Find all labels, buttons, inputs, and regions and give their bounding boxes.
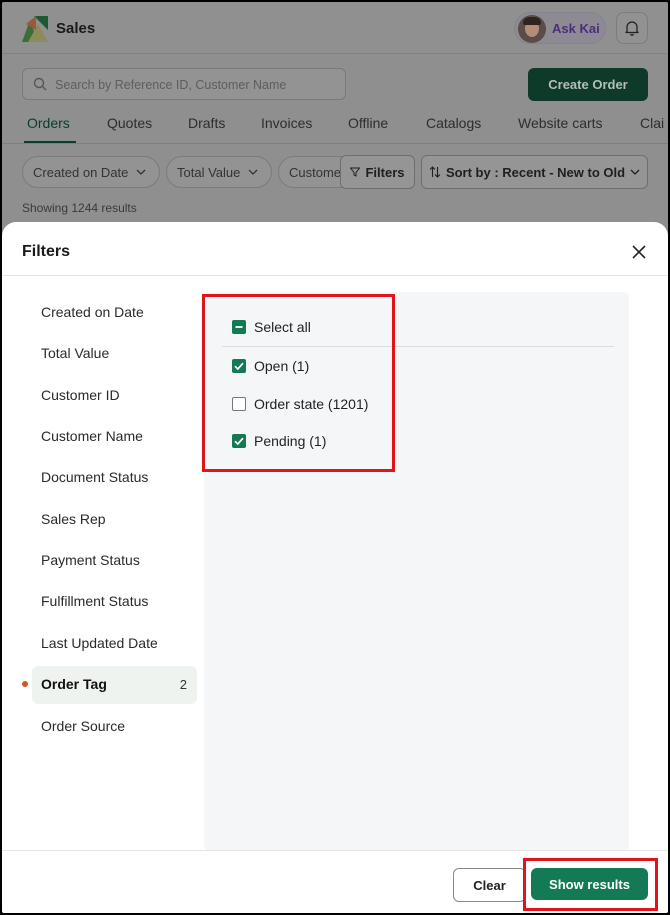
ask-kai-label: Ask Kai: [552, 21, 600, 36]
option-label: Open (1): [254, 358, 310, 374]
search-icon: [33, 77, 47, 91]
filters-button[interactable]: Filters: [340, 155, 415, 189]
search-input[interactable]: Search by Reference ID, Customer Name: [22, 68, 346, 100]
filter-nav-order-source[interactable]: Order Source: [32, 708, 197, 746]
create-order-button[interactable]: Create Order: [528, 68, 648, 101]
sheet-title: Filters: [22, 243, 71, 260]
search-placeholder: Search by Reference ID, Customer Name: [55, 78, 287, 92]
tab-drafts[interactable]: Drafts: [188, 115, 225, 131]
sort-arrows-icon: [429, 166, 441, 178]
screen-frame: Sales Ask Kai Search by Reference ID, Cu…: [2, 2, 668, 913]
avatar: [518, 15, 546, 43]
filter-nav-payment-status[interactable]: Payment Status: [32, 542, 197, 580]
notifications-button[interactable]: [616, 12, 648, 44]
results-count: Showing 1244 results: [22, 201, 137, 215]
filter-options-panel: Select all Open (1) Order state (1201) P…: [204, 292, 629, 851]
tab-offline[interactable]: Offline: [348, 115, 388, 131]
selected-count-badge: 2: [179, 677, 187, 692]
filters-sheet: Filters Created on Date Total Value Cust…: [2, 222, 668, 913]
divider: [2, 275, 668, 276]
chip-label: Custome: [289, 164, 342, 180]
filter-nav-total-value[interactable]: Total Value: [32, 335, 197, 373]
divider: [2, 850, 668, 851]
option-pending-checkbox[interactable]: Pending (1): [232, 431, 326, 451]
filter-nav-label: Total Value: [41, 345, 110, 361]
option-order-state-checkbox[interactable]: Order state (1201): [232, 394, 368, 414]
chip-total-value[interactable]: Total Value: [166, 156, 272, 188]
filter-nav-label: Customer ID: [41, 387, 120, 403]
chip-created-on-date[interactable]: Created on Date: [22, 156, 160, 188]
active-tab-indicator: [24, 141, 76, 143]
tab-orders[interactable]: Orders: [27, 115, 70, 131]
chip-label: Created on Date: [33, 164, 129, 180]
filter-nav-label: Order Source: [41, 718, 126, 734]
filter-nav-label: Order Tag: [41, 676, 107, 692]
tab-website-carts[interactable]: Website carts: [518, 115, 603, 131]
filter-nav-label: Document Status: [41, 469, 149, 485]
filter-nav-order-tag[interactable]: Order Tag 2: [32, 666, 197, 704]
filter-nav-customer-name[interactable]: Customer Name: [32, 418, 197, 456]
select-all-checkbox[interactable]: Select all: [232, 317, 311, 337]
close-button[interactable]: [627, 240, 651, 264]
app-header: Sales Ask Kai: [2, 2, 668, 54]
filter-icon: [350, 167, 361, 177]
filter-nav-document-status[interactable]: Document Status: [32, 459, 197, 497]
checkbox-checked-icon: [232, 434, 246, 448]
filter-nav-fulfillment-status[interactable]: Fulfillment Status: [32, 583, 197, 621]
show-results-button[interactable]: Show results: [531, 868, 648, 900]
chevron-down-icon: [630, 169, 640, 175]
checkbox-checked-icon: [232, 359, 246, 373]
chip-label: Total Value: [177, 164, 241, 180]
active-filter-dot: [22, 681, 28, 687]
filters-label: Filters: [365, 164, 405, 180]
clear-button[interactable]: Clear: [453, 868, 526, 902]
indeterminate-checkbox-icon: [232, 320, 246, 334]
chip-customer[interactable]: Custome: [278, 156, 344, 188]
checkbox-unchecked-icon: [232, 397, 246, 411]
chevron-down-icon: [136, 169, 146, 175]
filter-nav-customer-id[interactable]: Customer ID: [32, 377, 197, 415]
option-open-checkbox[interactable]: Open (1): [232, 356, 309, 376]
filter-nav-label: Sales Rep: [41, 511, 106, 527]
filter-nav-label: Created on Date: [41, 304, 144, 320]
tab-invoices[interactable]: Invoices: [261, 115, 312, 131]
option-label: Order state (1201): [254, 396, 369, 412]
sort-dropdown[interactable]: Sort by : Recent - New to Old: [421, 155, 648, 189]
tab-catalogs[interactable]: Catalogs: [426, 115, 481, 131]
option-label: Select all: [254, 319, 311, 335]
filter-nav-label: Last Updated Date: [41, 635, 158, 651]
filter-nav-created-on-date[interactable]: Created on Date: [32, 294, 197, 332]
close-icon: [632, 245, 646, 259]
filter-nav-label: Payment Status: [41, 552, 140, 568]
sort-label: Sort by : Recent - New to Old: [445, 164, 626, 180]
filter-nav-label: Fulfillment Status: [41, 593, 149, 609]
bell-icon: [625, 21, 639, 36]
filter-nav-sales-rep[interactable]: Sales Rep: [32, 501, 197, 539]
tab-claims[interactable]: Clai: [640, 115, 664, 131]
sales-logo-icon: [22, 16, 48, 42]
filter-nav-last-updated-date[interactable]: Last Updated Date: [32, 625, 197, 663]
chevron-down-icon: [248, 169, 258, 175]
app-title: Sales: [56, 20, 96, 37]
ask-kai-button[interactable]: Ask Kai: [514, 12, 606, 44]
tab-quotes[interactable]: Quotes: [107, 115, 152, 131]
option-label: Pending (1): [254, 433, 327, 449]
filter-nav-label: Customer Name: [41, 428, 143, 444]
divider: [222, 346, 614, 347]
document-tabs: Orders Quotes Drafts Invoices Offline Ca…: [2, 106, 668, 144]
